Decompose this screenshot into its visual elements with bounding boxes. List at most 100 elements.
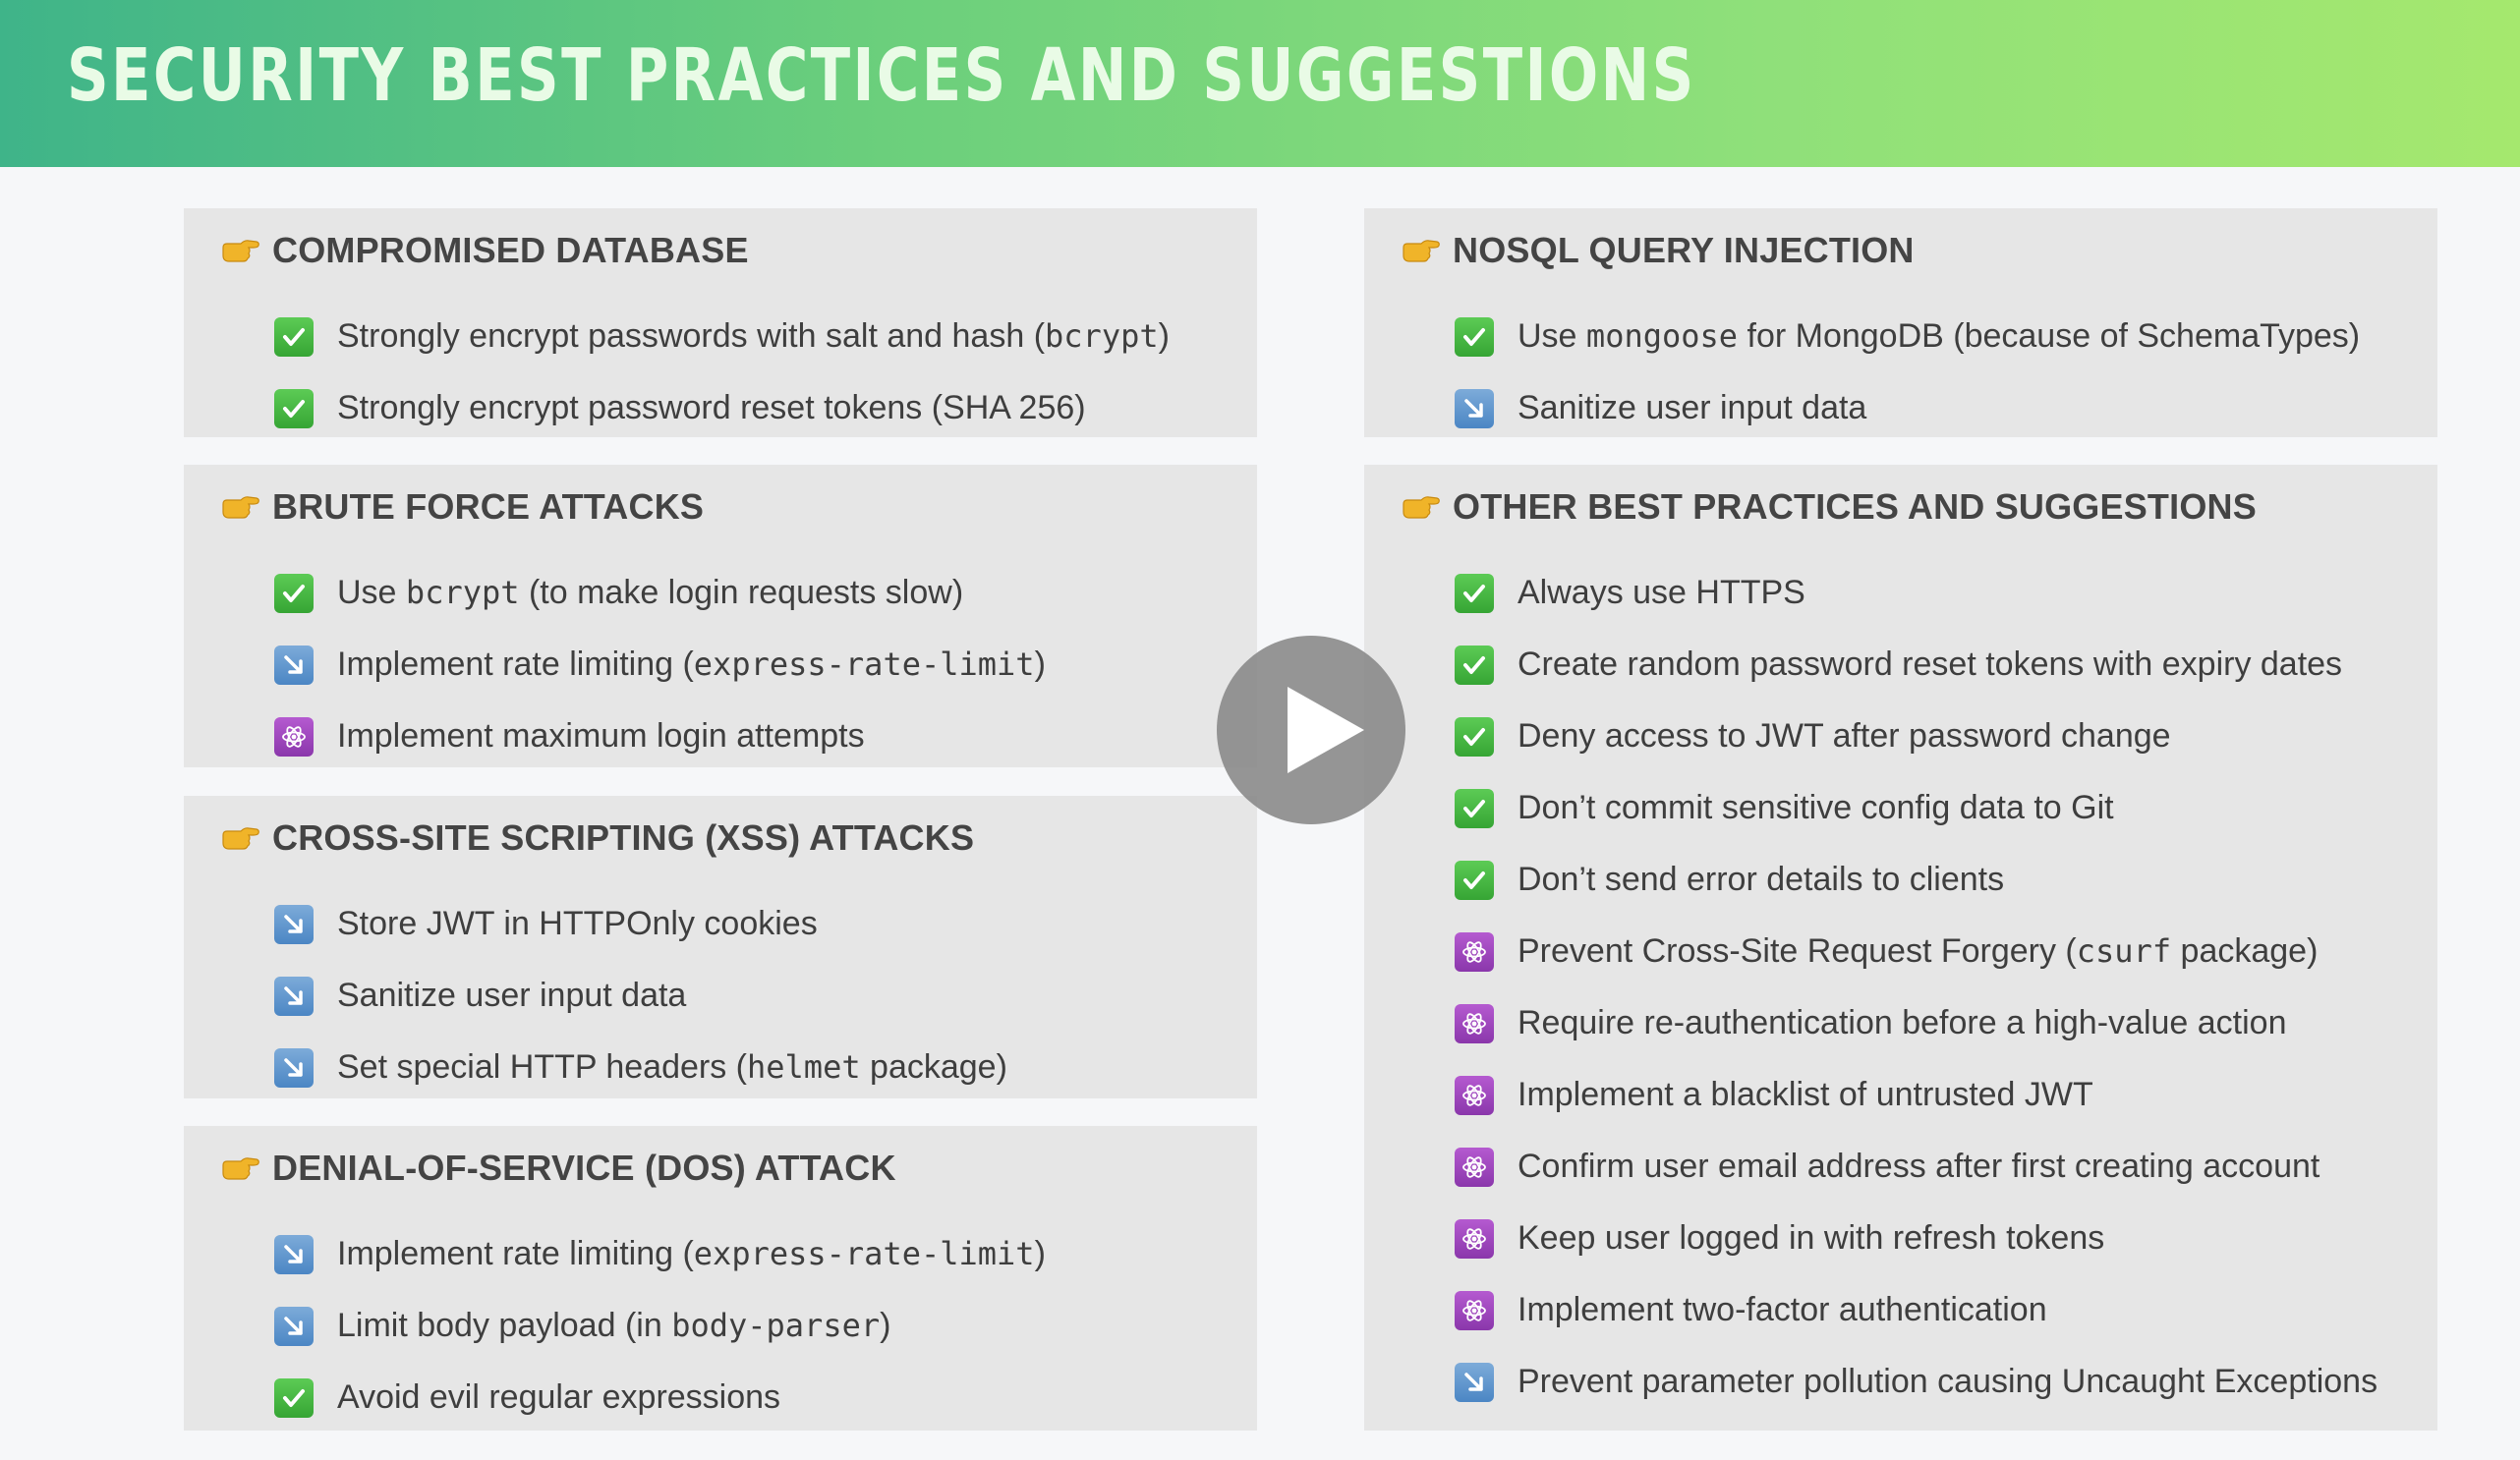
card-title: DENIAL-OF-SERVICE (DOS) ATTACK	[272, 1148, 896, 1188]
list-item: Strongly encrypt password reset tokens (…	[274, 372, 1247, 444]
check-icon	[1455, 645, 1494, 685]
play-button[interactable]	[1217, 636, 1405, 824]
text-part: )	[1034, 646, 1046, 683]
card-compromised-database: COMPROMISED DATABASE Strongly encrypt pas…	[184, 208, 1257, 437]
code-text: mongoose	[1585, 317, 1739, 355]
card-title: OTHER BEST PRACTICES AND SUGGESTIONS	[1453, 486, 2257, 527]
list-item: Create random password reset tokens with…	[1455, 629, 2428, 701]
arrow-icon	[274, 1234, 314, 1274]
card-item-list: Always use HTTPS Create random password r…	[1455, 557, 2428, 1418]
item-text: Implement maximum login attempts	[337, 717, 865, 756]
text-part: )	[1034, 1235, 1046, 1272]
text-part: Confirm user email address after first c…	[1518, 1148, 2320, 1185]
text-part: for MongoDB (because of SchemaTypes)	[1738, 317, 2361, 355]
check-icon	[274, 388, 314, 428]
card-title: NOSQL QUERY INJECTION	[1453, 230, 1915, 270]
item-text: Prevent parameter pollution causing Unca…	[1518, 1363, 2377, 1401]
text-part: Use	[1518, 317, 1586, 355]
pointing-hand-icon	[221, 238, 260, 263]
text-part: Implement rate limiting (	[337, 646, 694, 683]
text-part: Strongly encrypt password reset tokens (…	[337, 389, 1086, 426]
list-item: Implement maximum login attempts	[274, 701, 1247, 772]
card-title: CROSS-SITE SCRIPTING (XSS) ATTACKS	[272, 817, 975, 858]
list-item: Deny access to JWT after password change	[1455, 701, 2428, 772]
text-part: Don’t commit sensitive config data to Gi…	[1518, 789, 2114, 826]
card-title: COMPROMISED DATABASE	[272, 230, 749, 270]
list-item: Sanitize user input data	[1455, 372, 2428, 444]
item-text: Don’t commit sensitive config data to Gi…	[1518, 789, 2114, 827]
text-part: Deny access to JWT after password change	[1518, 717, 2171, 755]
code-text: bcrypt	[405, 574, 520, 611]
check-icon	[1455, 316, 1494, 357]
text-part: )	[880, 1307, 891, 1344]
card-item-list: Use mongoose for MongoDB (because of Sch…	[1455, 301, 2428, 444]
item-text: Use bcrypt (to make login requests slow)	[337, 574, 963, 612]
check-icon	[1455, 788, 1494, 828]
check-icon	[274, 316, 314, 357]
text-part: Avoid evil regular expressions	[337, 1378, 781, 1416]
atom-icon	[1455, 1147, 1494, 1187]
list-item: Use bcrypt (to make login requests slow)	[274, 557, 1247, 629]
list-item: Implement two-factor authentication	[1455, 1274, 2428, 1346]
item-text: Sanitize user input data	[337, 977, 686, 1015]
page-title: SECURITY BEST PRACTICES AND SUGGESTIONS	[67, 33, 1696, 118]
list-item: Keep user logged in with refresh tokens	[1455, 1203, 2428, 1274]
item-text: Sanitize user input data	[1518, 389, 1866, 427]
list-item: Strongly encrypt passwords with salt and…	[274, 301, 1247, 372]
card-dos-attack: DENIAL-OF-SERVICE (DOS) ATTACK Implement …	[184, 1126, 1257, 1431]
text-part: Limit body payload (in	[337, 1307, 672, 1344]
list-item: Always use HTTPS	[1455, 557, 2428, 629]
atom-icon	[1455, 1003, 1494, 1043]
arrow-icon	[274, 1306, 314, 1346]
text-part: Sanitize user input data	[1518, 389, 1867, 426]
text-part: Don’t send error details to clients	[1518, 861, 2005, 898]
atom-icon	[1455, 1075, 1494, 1115]
card-title: BRUTE FORCE ATTACKS	[272, 486, 705, 527]
check-icon	[274, 1377, 314, 1418]
item-text: Confirm user email address after first c…	[1518, 1148, 2320, 1186]
card-xss-attacks: CROSS-SITE SCRIPTING (XSS) ATTACKS Store …	[184, 796, 1257, 1098]
item-text: Require re-authentication before a high-…	[1518, 1004, 2287, 1042]
card-other-best-practices: OTHER BEST PRACTICES AND SUGGESTIONS Alwa…	[1364, 465, 2437, 1431]
item-text: Use mongoose for MongoDB (because of Sch…	[1518, 317, 2360, 356]
list-item: Implement rate limiting (express-rate-li…	[274, 629, 1247, 701]
text-part: package)	[2171, 932, 2319, 970]
text-part: Keep user logged in with refresh tokens	[1518, 1219, 2105, 1257]
text-part: (to make login requests slow)	[519, 574, 964, 611]
list-item: Set special HTTP headers (helmet package…	[274, 1032, 1247, 1103]
code-text: bcrypt	[1045, 317, 1159, 355]
atom-icon	[1455, 1290, 1494, 1330]
pointing-hand-icon	[1402, 238, 1441, 263]
item-text: Limit body payload (in body-parser)	[337, 1307, 890, 1345]
atom-icon	[274, 716, 314, 757]
code-text: express-rate-limit	[693, 1235, 1035, 1272]
atom-icon	[1455, 1218, 1494, 1259]
item-text: Implement two-factor authentication	[1518, 1291, 2047, 1329]
arrow-icon	[1455, 1362, 1494, 1402]
item-text: Store JWT in HTTPOnly cookies	[337, 905, 818, 943]
list-item: Don’t send error details to clients	[1455, 844, 2428, 916]
list-item: Require re-authentication before a high-…	[1455, 987, 2428, 1059]
text-part: )	[1158, 317, 1170, 355]
code-text: body-parser	[671, 1307, 881, 1344]
card-brute-force-attacks: BRUTE FORCE ATTACKS Use bcrypt (to make l…	[184, 465, 1257, 767]
arrow-icon	[1455, 388, 1494, 428]
header-banner: SECURITY BEST PRACTICES AND SUGGESTIONS	[0, 0, 2520, 167]
item-text: Don’t send error details to clients	[1518, 861, 2004, 899]
item-text: Always use HTTPS	[1518, 574, 1805, 612]
item-text: Implement rate limiting (express-rate-li…	[337, 646, 1046, 684]
item-text: Strongly encrypt passwords with salt and…	[337, 317, 1170, 356]
code-text: helmet	[747, 1048, 861, 1086]
text-part: package)	[860, 1048, 1007, 1086]
card-nosql-query-injection: NOSQL QUERY INJECTION Use mongoose for Mo…	[1364, 208, 2437, 437]
card-item-list: Strongly encrypt passwords with salt and…	[274, 301, 1247, 444]
list-item: Prevent Cross-Site Request Forgery (csur…	[1455, 916, 2428, 987]
list-item: Implement a blacklist of untrusted JWT	[1455, 1059, 2428, 1131]
arrow-icon	[274, 904, 314, 944]
item-text: Implement a blacklist of untrusted JWT	[1518, 1076, 2093, 1114]
check-icon	[1455, 716, 1494, 757]
text-part: Sanitize user input data	[337, 977, 687, 1014]
card-item-list: Store JWT in HTTPOnly cookies Sanitize us…	[274, 888, 1247, 1103]
atom-icon	[1455, 931, 1494, 972]
item-text: Avoid evil regular expressions	[337, 1378, 780, 1417]
